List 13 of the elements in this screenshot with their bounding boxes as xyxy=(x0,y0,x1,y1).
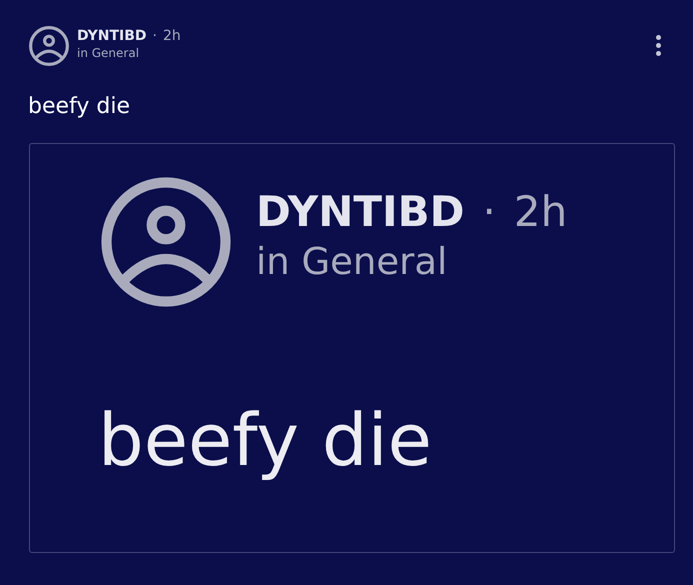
separator-dot: · xyxy=(152,27,157,45)
channel-label[interactable]: in General xyxy=(77,45,181,61)
post-text: beefy die xyxy=(28,93,132,121)
avatar-icon xyxy=(28,25,70,67)
post-time: 2h xyxy=(514,186,568,238)
post-time: 2h xyxy=(162,27,181,45)
author-name[interactable]: DYNTIBD xyxy=(77,27,147,45)
separator-dot: · xyxy=(482,186,496,238)
channel-label: in General xyxy=(256,239,448,285)
more-options-icon[interactable] xyxy=(656,35,661,56)
post-image[interactable]: DYNTIBD · 2h in General beefy die xyxy=(29,143,675,553)
post-text: beefy die xyxy=(98,398,433,482)
author-name: DYNTIBD xyxy=(256,186,465,238)
